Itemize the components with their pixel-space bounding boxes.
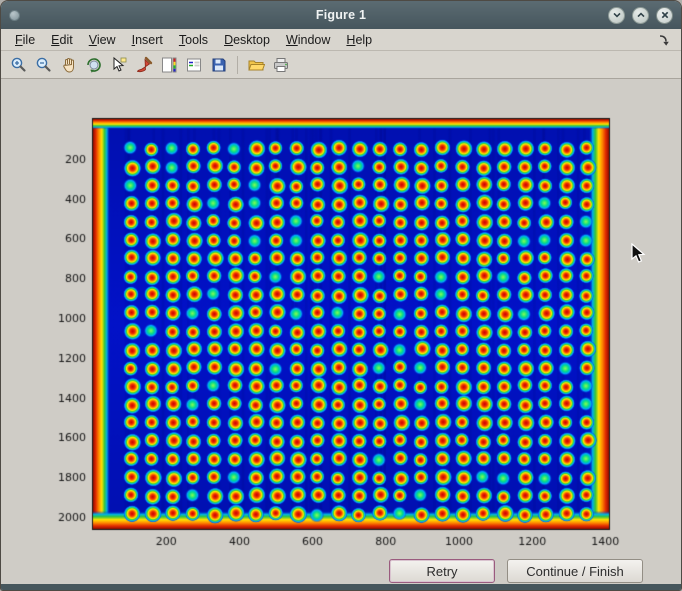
minimize-button[interactable] — [608, 7, 625, 24]
retry-button[interactable]: Retry — [389, 559, 495, 583]
rotate-3d-button[interactable] — [82, 53, 106, 76]
chevron-down-icon — [612, 10, 622, 20]
open-file-button[interactable] — [244, 53, 268, 76]
printer-icon — [272, 56, 290, 74]
pan-hand-icon — [60, 56, 78, 74]
menu-window[interactable]: Window — [278, 31, 338, 49]
save-icon — [210, 56, 228, 74]
data-cursor-button[interactable] — [107, 53, 131, 76]
pan-button[interactable] — [57, 53, 81, 76]
insert-legend-button[interactable] — [182, 53, 206, 76]
open-folder-icon — [247, 56, 265, 74]
menu-file[interactable]: File — [7, 31, 43, 49]
chevron-up-icon — [636, 10, 646, 20]
insert-colorbar-button[interactable] — [157, 53, 181, 76]
menu-desktop[interactable]: Desktop — [216, 31, 278, 49]
print-figure-button[interactable] — [269, 53, 293, 76]
insert-legend-icon — [185, 56, 203, 74]
continue-finish-button[interactable]: Continue / Finish — [507, 559, 643, 583]
window-controls — [601, 7, 673, 24]
window-bottom-border — [1, 584, 681, 591]
menu-help[interactable]: Help — [338, 31, 380, 49]
dock-arrow-icon[interactable] — [657, 33, 671, 47]
figure-content: Retry Continue / Finish — [1, 79, 681, 584]
close-button[interactable] — [656, 7, 673, 24]
rotate-3d-icon — [85, 56, 103, 74]
menubar: File Edit View Insert Tools Desktop Wind… — [1, 29, 681, 51]
brush-icon — [135, 56, 153, 74]
continue-finish-button-label: Continue / Finish — [526, 564, 624, 579]
brush-button[interactable] — [132, 53, 156, 76]
retry-button-label: Retry — [426, 564, 457, 579]
data-cursor-icon — [110, 56, 128, 74]
zoom-out-button[interactable] — [32, 53, 56, 76]
maximize-button[interactable] — [632, 7, 649, 24]
save-figure-button[interactable] — [207, 53, 231, 76]
zoom-out-icon — [35, 56, 53, 74]
insert-colorbar-icon — [160, 56, 178, 74]
menu-edit[interactable]: Edit — [43, 31, 81, 49]
menu-view[interactable]: View — [81, 31, 124, 49]
toolbar-separator — [237, 56, 238, 74]
menu-insert[interactable]: Insert — [124, 31, 171, 49]
toolbar — [1, 51, 681, 79]
window-menu-icon[interactable] — [9, 10, 20, 21]
zoom-in-button[interactable] — [7, 53, 31, 76]
figure-window: Figure 1 File Edit View Insert Tools Des… — [0, 0, 682, 591]
menu-tools[interactable]: Tools — [171, 31, 216, 49]
window-title: Figure 1 — [316, 8, 366, 22]
figure-axes[interactable] — [1, 79, 682, 557]
titlebar[interactable]: Figure 1 — [1, 1, 681, 29]
zoom-in-icon — [10, 56, 28, 74]
close-icon — [660, 10, 670, 20]
